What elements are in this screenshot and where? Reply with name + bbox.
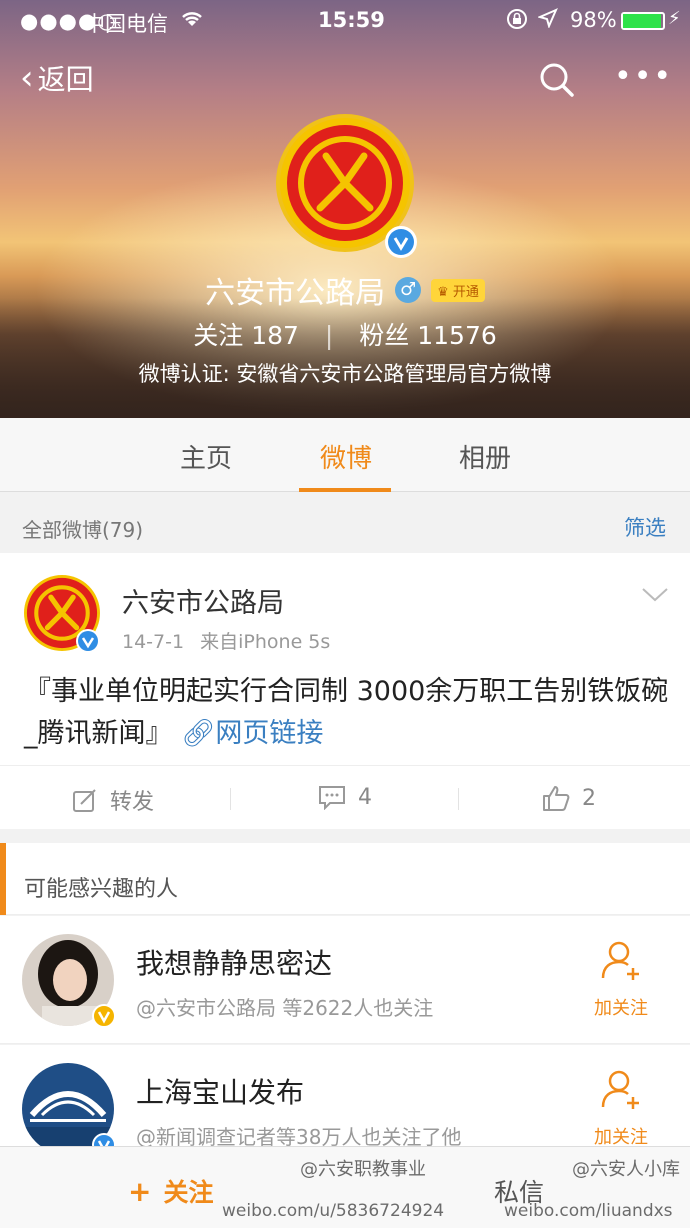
watermark-text: weibo.com/u/5836724924 bbox=[222, 1201, 445, 1221]
link-icon: 🔗︎ bbox=[181, 718, 216, 749]
comment-icon bbox=[319, 786, 345, 810]
search-icon[interactable] bbox=[537, 60, 577, 100]
status-bar: ●●●●○ 中国电信 15:59 98% ⚡ bbox=[0, 0, 690, 40]
back-button[interactable]: ‹ 返回 bbox=[20, 58, 94, 98]
followers-label: 粉丝 bbox=[359, 321, 410, 350]
like-count: 2 bbox=[582, 785, 596, 811]
comment-button[interactable]: 4 bbox=[318, 784, 372, 810]
battery-icon bbox=[621, 12, 665, 30]
location-arrow-icon bbox=[537, 8, 558, 33]
profile-name-row: 六安市公路局 ♂ ♛ 开通 bbox=[0, 268, 690, 312]
profile-header: ●●●●○ 中国电信 15:59 98% ⚡ ‹ 返回 ••• 六安市公路局 ♂… bbox=[0, 0, 690, 418]
wifi-icon bbox=[180, 8, 204, 33]
repost-button[interactable]: 转发 bbox=[72, 784, 154, 816]
action-divider bbox=[230, 788, 231, 810]
followers-count: 11576 bbox=[417, 321, 497, 350]
post-verified-icon bbox=[76, 629, 100, 653]
follow-label: 关注 bbox=[163, 1178, 214, 1207]
follow-button[interactable]: + 关注 bbox=[128, 1173, 213, 1209]
user-name[interactable]: 我想静静思密达 bbox=[136, 942, 332, 982]
web-link-label: 网页链接 bbox=[215, 718, 324, 749]
follow-stats: 关注 187 | 粉丝 11576 bbox=[0, 316, 690, 352]
vip-label: 开通 bbox=[452, 284, 479, 300]
more-options-icon[interactable]: ••• bbox=[614, 62, 673, 92]
add-follow-button[interactable]: 加关注 bbox=[588, 1067, 654, 1149]
post-meta: 14-7-1 来自iPhone 5s bbox=[122, 627, 330, 654]
verified-badge-icon bbox=[385, 226, 417, 258]
comment-count: 4 bbox=[358, 784, 372, 810]
stats-divider: | bbox=[324, 321, 334, 350]
thumbs-up-icon bbox=[543, 786, 570, 811]
add-follow-button[interactable]: 加关注 bbox=[588, 938, 654, 1020]
profile-name: 六安市公路局 bbox=[205, 276, 386, 311]
repost-icon bbox=[73, 789, 96, 812]
tab-weibo[interactable]: 微博 bbox=[320, 438, 372, 475]
like-button[interactable]: 2 bbox=[542, 784, 596, 812]
suggestions-header: 可能感兴趣的人 bbox=[0, 843, 690, 915]
add-follow-label: 加关注 bbox=[594, 998, 648, 1019]
verified-badge-icon bbox=[92, 1004, 116, 1028]
following-count: 187 bbox=[251, 321, 299, 350]
chevron-left-icon: ‹ bbox=[20, 58, 34, 98]
post-source: 来自iPhone 5s bbox=[200, 631, 331, 653]
user-name[interactable]: 上海宝山发布 bbox=[136, 1071, 304, 1111]
add-user-icon bbox=[601, 941, 639, 980]
watermark-text: weibo.com/liuandxs bbox=[504, 1201, 673, 1221]
tab-album[interactable]: 相册 bbox=[459, 438, 511, 475]
post-text: 『事业单位明起实行合同制 3000余万职工告别铁饭碗_腾讯新闻』 bbox=[24, 676, 669, 749]
vip-badge[interactable]: ♛ 开通 bbox=[431, 278, 485, 302]
follow-reason: @六安市公路局 等2622人也关注 bbox=[136, 996, 434, 1020]
crown-icon: ♛ bbox=[437, 284, 449, 300]
plus-icon: + bbox=[128, 1175, 152, 1208]
post-actions: 转发 4 2 bbox=[0, 765, 690, 829]
filter-button[interactable]: 筛选 bbox=[624, 512, 666, 542]
filter-bar: 全部微博(79) 筛选 bbox=[0, 494, 690, 552]
clock: 15:59 bbox=[318, 8, 385, 32]
post-author[interactable]: 六安市公路局 bbox=[122, 581, 284, 620]
following-link[interactable]: 关注 187 bbox=[193, 321, 307, 350]
rotation-lock-icon bbox=[506, 8, 528, 35]
chevron-down-icon[interactable] bbox=[640, 585, 670, 605]
all-posts-count: 全部微博(79) bbox=[22, 518, 144, 542]
active-tab-indicator bbox=[299, 488, 391, 492]
battery-percent: 98% bbox=[570, 8, 617, 32]
suggestions-title: 可能感兴趣的人 bbox=[24, 877, 179, 902]
carrier-name: 中国电信 bbox=[84, 12, 168, 36]
tab-home[interactable]: 主页 bbox=[180, 438, 232, 475]
add-user-icon bbox=[601, 1070, 639, 1109]
following-label: 关注 bbox=[193, 321, 244, 350]
back-label: 返回 bbox=[37, 63, 94, 96]
suggested-user[interactable]: 我想静静思密达 @六安市公路局 等2622人也关注 加关注 bbox=[0, 916, 690, 1044]
watermark-text: @六安职教事业 bbox=[300, 1159, 426, 1180]
charging-icon: ⚡ bbox=[668, 8, 681, 29]
web-link[interactable]: 🔗︎网页链接 bbox=[181, 718, 323, 749]
post-body: 『事业单位明起实行合同制 3000余万职工告别铁饭碗_腾讯新闻』 🔗︎网页链接 bbox=[24, 671, 670, 755]
bottom-action-bar: + 关注 私信 @六安职教事业 weibo.com/u/5836724924 @六… bbox=[0, 1146, 690, 1228]
watermark-text: @六安人小库 bbox=[572, 1159, 680, 1180]
male-gender-icon: ♂ bbox=[395, 277, 422, 303]
post-date: 14-7-1 bbox=[122, 631, 185, 653]
profile-tabs: 主页 微博 相册 bbox=[0, 418, 690, 492]
post-card[interactable]: 六安市公路局 14-7-1 来自iPhone 5s 『事业单位明起实行合同制 3… bbox=[0, 553, 690, 829]
followers-link[interactable]: 粉丝 11576 bbox=[359, 321, 497, 350]
action-divider bbox=[458, 788, 459, 810]
repost-label: 转发 bbox=[110, 790, 155, 815]
section-accent-bar bbox=[0, 843, 6, 915]
verification-text: 微博认证: 安徽省六安市公路管理局官方微博 bbox=[138, 362, 552, 386]
